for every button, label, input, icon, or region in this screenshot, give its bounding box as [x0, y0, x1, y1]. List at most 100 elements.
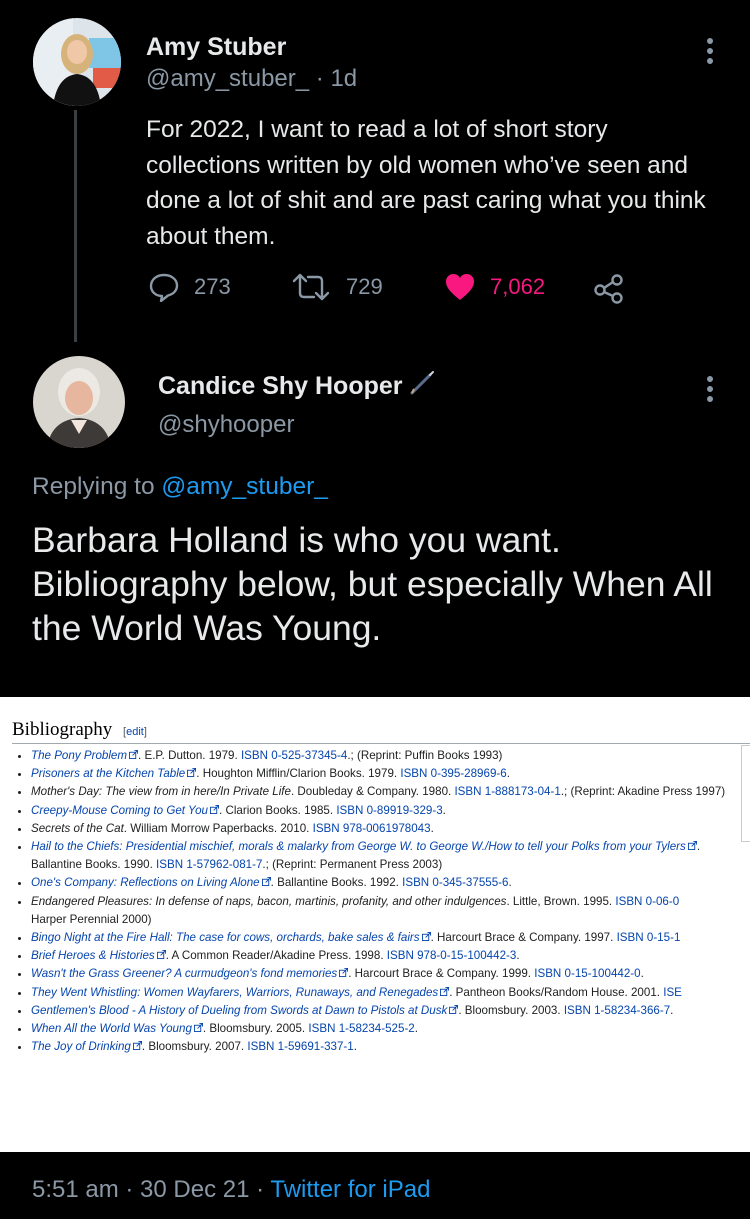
- book-title[interactable]: Gentlemen's Blood - A History of Dueling…: [31, 1004, 447, 1017]
- isbn-number[interactable]: 0-395-28969-6: [431, 767, 507, 780]
- reply-author-handle[interactable]: @shyhooper: [158, 411, 294, 439]
- book-title[interactable]: The Pony Problem: [31, 749, 127, 762]
- thread-line: [74, 110, 77, 342]
- book-title: Endangered Pleasures: In defense of naps…: [31, 894, 507, 908]
- book-title[interactable]: Hail to the Chiefs: Presidential mischie…: [31, 840, 686, 853]
- bibliography-item: Hail to the Chiefs: Presidential mischie…: [31, 838, 750, 874]
- bibliography-item: Gentlemen's Blood - A History of Dueling…: [31, 1002, 750, 1020]
- bibliography-item: Creepy-Mouse Coming to Get You . Clarion …: [31, 802, 750, 820]
- external-link-icon: [449, 1004, 459, 1014]
- retweet-icon: [292, 273, 330, 301]
- book-title[interactable]: When All the World Was Young: [31, 1022, 192, 1035]
- isbn-number[interactable]: 0-15-100442-0: [565, 967, 641, 980]
- isbn-label[interactable]: ISBN: [336, 804, 363, 817]
- isbn-label[interactable]: ISBN: [617, 931, 644, 944]
- more-options-icon-2[interactable]: [703, 376, 717, 402]
- isbn-number[interactable]: 0-06-0: [646, 895, 680, 908]
- avatar-amy[interactable]: [33, 18, 121, 106]
- external-link-icon: [129, 750, 139, 759]
- isbn-label[interactable]: ISBN: [615, 895, 642, 908]
- book-publisher: . Harcourt Brace & Company. 1997.: [430, 931, 617, 945]
- isbn-label[interactable]: ISBN: [454, 785, 481, 798]
- bibliography-heading-row: Bibliography [edit]: [12, 719, 750, 744]
- isbn-label[interactable]: ISBN: [308, 1022, 335, 1035]
- bibliography-item: Endangered Pleasures: In defense of naps…: [31, 893, 750, 929]
- reply-text: Barbara Holland is who you want. Bibliog…: [32, 520, 713, 648]
- book-note: Harper Perennial 2000): [31, 912, 152, 926]
- bibliography-heading: Bibliography: [12, 719, 113, 740]
- book-note: .: [506, 767, 510, 781]
- isbn-label[interactable]: ISBN: [156, 858, 183, 871]
- book-publisher: . Doubleday & Company. 1980.: [290, 785, 455, 799]
- reply-button[interactable]: 273: [148, 272, 231, 302]
- book-note: .; (Reprint: Puffin Books 1993): [347, 749, 503, 762]
- isbn-number[interactable]: 0-345-37555-6: [432, 876, 508, 889]
- more-options-icon[interactable]: [703, 38, 717, 64]
- isbn-number[interactable]: 0-89919-329-3: [367, 804, 443, 817]
- isbn-number[interactable]: 1-888173-04-1: [485, 785, 561, 798]
- book-publisher: . Harcourt Brace & Company. 1999.: [348, 967, 535, 981]
- tweet-time[interactable]: · 1d: [316, 65, 357, 92]
- book-note: .: [353, 1040, 357, 1054]
- isbn-number[interactable]: 1-57962-081-7: [186, 858, 262, 871]
- book-title[interactable]: They Went Whistling: Women Wayfarers, Wa…: [31, 986, 438, 999]
- external-link-icon: [187, 768, 197, 778]
- book-publisher: . Clarion Books. 1985.: [219, 803, 337, 817]
- isbn-label[interactable]: ISBN: [400, 767, 427, 780]
- isbn-number[interactable]: 0-15-1: [647, 931, 681, 944]
- isbn-label[interactable]: ISBN: [534, 967, 561, 980]
- book-publisher: . A Common Reader/Akadine Press. 1998.: [165, 949, 387, 963]
- avatar-candice[interactable]: [33, 356, 125, 448]
- bibliography-item: Secrets of the Cat. William Morrow Paper…: [31, 820, 750, 838]
- external-link-icon: [261, 877, 271, 887]
- like-button[interactable]: 7,062: [444, 272, 545, 302]
- isbn-label[interactable]: ISBN: [564, 1004, 591, 1017]
- bibliography-item: Prisoners at the Kitchen Table . Houghton…: [31, 765, 750, 783]
- replying-to-link[interactable]: @amy_stuber_: [161, 473, 328, 500]
- book-note: .: [508, 876, 512, 890]
- book-title[interactable]: One's Company: Reflections on Living Alo…: [31, 876, 260, 889]
- edit-link[interactable]: [edit]: [123, 726, 147, 738]
- bibliography-item: They Went Whistling: Women Wayfarers, Wa…: [31, 984, 750, 1002]
- book-title[interactable]: Bingo Night at the Fire Hall: The case f…: [31, 931, 420, 944]
- share-button[interactable]: [592, 272, 626, 309]
- isbn-number[interactable]: 978-0-15-100442-3: [417, 949, 516, 962]
- isbn-number[interactable]: 978-0061978043: [343, 822, 431, 835]
- book-publisher: . Bloomsbury. 2007.: [141, 1040, 248, 1054]
- book-title[interactable]: Prisoners at the Kitchen Table: [31, 767, 185, 780]
- tweet-source[interactable]: Twitter for iPad: [270, 1176, 430, 1203]
- book-note: .: [670, 1003, 674, 1017]
- like-count: 7,062: [490, 274, 546, 299]
- book-title[interactable]: Brief Heroes & Histories: [31, 949, 155, 962]
- book-title[interactable]: Creepy-Mouse Coming to Get You: [31, 804, 208, 817]
- author-name[interactable]: Amy Stuber: [146, 33, 286, 62]
- isbn-label[interactable]: ISE: [663, 986, 682, 999]
- isbn-number[interactable]: 1-59691-337-1: [278, 1040, 354, 1053]
- retweet-button[interactable]: 729: [290, 272, 383, 302]
- isbn-label[interactable]: ISBN: [247, 1040, 274, 1053]
- isbn-number[interactable]: 0-525-37345-4: [271, 749, 347, 762]
- book-publisher: . Pantheon Books/Random House. 2001.: [449, 985, 664, 999]
- book-title[interactable]: Wasn't the Grass Greener? A curmudgeon's…: [31, 967, 337, 980]
- external-link-icon: [687, 841, 697, 851]
- heart-icon: [446, 274, 474, 300]
- reply-author-name[interactable]: Candice Shy Hooper: [158, 372, 403, 400]
- book-publisher: . Houghton Mifflin/Clarion Books. 1979.: [196, 767, 401, 781]
- book-publisher: . Little, Brown. 1995.: [506, 894, 616, 908]
- external-link-icon: [421, 932, 431, 942]
- tweet-timestamp[interactable]: 5:51 am · 30 Dec 21 ·: [32, 1176, 270, 1203]
- author-handle[interactable]: @amy_stuber_: [146, 65, 309, 92]
- tweet-footer: 5:51 am · 30 Dec 21 · Twitter for iPad: [32, 1176, 430, 1204]
- bibliography-item: The Joy of Drinking . Bloomsbury. 2007. I…: [31, 1038, 750, 1056]
- isbn-number[interactable]: 1-58234-525-2: [339, 1022, 415, 1035]
- isbn-label[interactable]: ISBN: [387, 949, 414, 962]
- book-title[interactable]: The Joy of Drinking: [31, 1040, 131, 1053]
- external-link-icon: [156, 950, 166, 960]
- isbn-label[interactable]: ISBN: [402, 876, 429, 889]
- isbn-number[interactable]: 1-58234-366-7: [594, 1004, 670, 1017]
- book-publisher: . E.P. Dutton. 1979.: [138, 749, 241, 762]
- isbn-label[interactable]: ISBN: [313, 822, 340, 835]
- bibliography-image[interactable]: Bibliography [edit] The Pony Problem . E.…: [0, 697, 750, 1152]
- book-note: .: [516, 949, 520, 963]
- isbn-label[interactable]: ISBN: [241, 749, 268, 762]
